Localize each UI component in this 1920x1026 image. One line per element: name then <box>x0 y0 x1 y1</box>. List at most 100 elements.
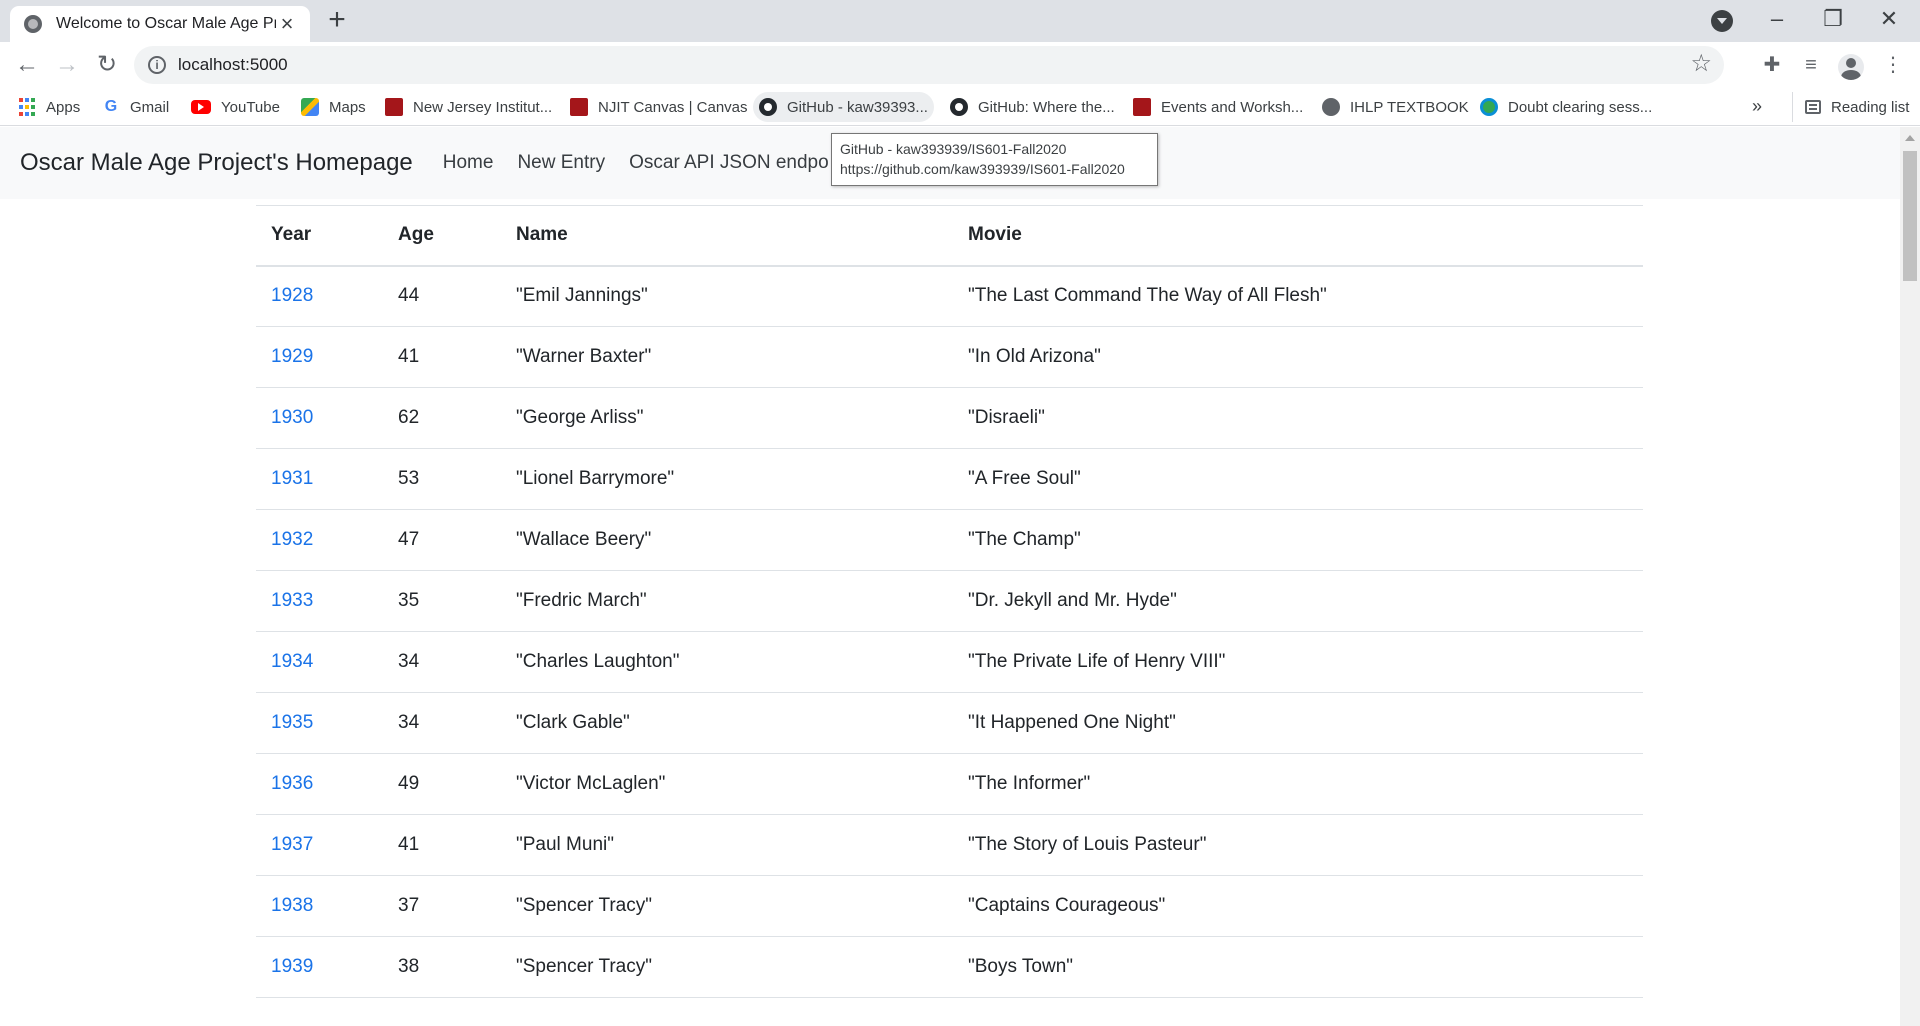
cell-name: "Lionel Barrymore" <box>501 448 953 510</box>
scroll-up-arrow-icon[interactable] <box>1905 135 1915 141</box>
table-row: 1930 62 "George Arliss" "Disraeli" <box>256 387 1643 449</box>
header-age: Age <box>383 205 501 267</box>
cell-name: "Clark Gable" <box>501 692 953 754</box>
cell-year: 1930 <box>256 387 383 449</box>
minimize-icon[interactable]: – <box>1750 4 1804 36</box>
cell-age: 53 <box>383 448 501 510</box>
header-movie: Movie <box>953 205 1643 267</box>
table-row: 1933 35 "Fredric March" "Dr. Jekyll and Mr.… <box>256 570 1643 632</box>
browser-tab[interactable]: Welcome to Oscar Male Age Proj × <box>10 6 310 42</box>
header-name: Name <box>501 205 953 267</box>
back-arrow-icon[interactable]: ← <box>11 50 43 82</box>
cell-movie: "The Story of Louis Pasteur" <box>953 814 1643 876</box>
github-icon <box>759 98 777 116</box>
table-row: 1936 49 "Victor McLaglen" "The Informer" <box>256 753 1643 815</box>
cell-name: "Wallace Beery" <box>501 509 953 571</box>
reading-list-button[interactable]: Reading list <box>1792 92 1909 122</box>
year-link[interactable]: 1930 <box>271 407 313 428</box>
youtube-icon <box>191 100 211 114</box>
close-icon[interactable]: × <box>276 13 298 35</box>
cell-movie: "A Free Soul" <box>953 448 1643 510</box>
bookmark-ihlp[interactable]: IHLP TEXTBOOK <box>1316 92 1475 122</box>
bookmark-gmail[interactable]: G Gmail <box>96 92 175 122</box>
year-link[interactable]: 1933 <box>271 590 313 611</box>
profile-icon[interactable] <box>1838 54 1864 80</box>
year-link[interactable]: 1929 <box>271 346 313 367</box>
nav-new-entry-link[interactable]: New Entry <box>517 152 605 174</box>
bookmark-maps[interactable]: Maps <box>295 92 372 122</box>
page-scrollbar[interactable] <box>1900 127 1920 1026</box>
globe-icon <box>1322 98 1340 116</box>
njit-icon <box>1133 98 1151 116</box>
cell-age: 62 <box>383 387 501 449</box>
nav-home-link[interactable]: Home <box>443 152 494 174</box>
url-text[interactable]: localhost:5000 <box>178 46 288 84</box>
bookmark-github[interactable]: GitHub: Where the... <box>944 92 1121 122</box>
apps-icon <box>18 98 36 116</box>
window-close-icon[interactable]: ✕ <box>1862 4 1916 36</box>
year-link[interactable]: 1932 <box>271 529 313 550</box>
bookmark-label: Doubt clearing sess... <box>1508 98 1653 116</box>
nav-api-link[interactable]: Oscar API JSON endpo <box>629 152 829 174</box>
bookmark-youtube[interactable]: YouTube <box>185 92 286 122</box>
tab-search-icon[interactable] <box>1711 10 1733 32</box>
year-link[interactable]: 1939 <box>271 956 313 977</box>
more-menu-icon[interactable]: ⋮ <box>1877 50 1909 82</box>
reload-icon[interactable]: ↻ <box>91 50 123 82</box>
site-brand[interactable]: Oscar Male Age Project's Homepage <box>20 149 413 177</box>
tooltip-url: https://github.com/kaw393939/IS601-Fall2… <box>840 161 1125 177</box>
info-icon[interactable]: i <box>148 56 166 74</box>
year-link[interactable]: 1936 <box>271 773 313 794</box>
cell-movie: "In Old Arizona" <box>953 326 1643 388</box>
cell-name: "George Arliss" <box>501 387 953 449</box>
extensions-icon[interactable]: ✚ <box>1756 50 1788 82</box>
cell-year: 1935 <box>256 692 383 754</box>
cell-name: "Warner Baxter" <box>501 326 953 388</box>
media-controls-icon[interactable]: ≡ <box>1795 50 1827 82</box>
cell-year: 1939 <box>256 936 383 998</box>
cell-name: "Victor McLaglen" <box>501 753 953 815</box>
bookmark-events[interactable]: Events and Worksh... <box>1127 92 1309 122</box>
cell-age: 41 <box>383 326 501 388</box>
restore-icon[interactable]: ❐ <box>1806 4 1860 36</box>
year-link[interactable]: 1934 <box>271 651 313 672</box>
year-link[interactable]: 1931 <box>271 468 313 489</box>
scrollbar-thumb[interactable] <box>1903 151 1917 281</box>
cell-age: 34 <box>383 631 501 693</box>
browser-toolbar: ← → ↻ i localhost:5000 ☆ ✚ ≡ ⋮ <box>0 42 1920 88</box>
bookmark-label: YouTube <box>221 98 280 116</box>
bookmark-njit[interactable]: New Jersey Institut... <box>379 92 558 122</box>
table-header-row: Year Age Name Movie <box>256 205 1643 267</box>
cell-age: 38 <box>383 936 501 998</box>
address-bar[interactable]: i localhost:5000 ☆ <box>134 46 1724 84</box>
bookmark-njit-canvas[interactable]: NJIT Canvas | Canvas <box>564 92 754 122</box>
maps-icon <box>301 98 319 116</box>
oscar-table: Year Age Name Movie 1928 44 "Emil Jannings… <box>256 205 1643 998</box>
bookmark-doubt[interactable]: Doubt clearing sess... <box>1474 92 1658 122</box>
year-link[interactable]: 1935 <box>271 712 313 733</box>
year-link[interactable]: 1937 <box>271 834 313 855</box>
njit-icon <box>570 98 588 116</box>
cell-movie: "The Champ" <box>953 509 1643 571</box>
year-link[interactable]: 1938 <box>271 895 313 916</box>
cell-age: 44 <box>383 265 501 327</box>
cell-age: 49 <box>383 753 501 815</box>
star-icon[interactable]: ☆ <box>1690 49 1712 78</box>
cell-age: 37 <box>383 875 501 937</box>
cell-age: 47 <box>383 509 501 571</box>
reading-list-icon <box>1805 100 1821 114</box>
bookmark-label: NJIT Canvas | Canvas <box>598 98 748 116</box>
more-bookmarks-button[interactable]: » <box>1752 92 1762 122</box>
year-link[interactable]: 1928 <box>271 285 313 306</box>
cell-name: "Paul Muni" <box>501 814 953 876</box>
cell-movie: "The Informer" <box>953 753 1643 815</box>
forward-arrow-icon[interactable]: → <box>51 50 83 82</box>
bookmark-apps[interactable]: Apps <box>12 92 86 122</box>
bookmark-github-repo[interactable]: GitHub - kaw39393... <box>753 92 934 122</box>
cell-movie: "Captains Courageous" <box>953 875 1643 937</box>
new-tab-button[interactable]: + <box>322 5 352 36</box>
cell-movie: "Dr. Jekyll and Mr. Hyde" <box>953 570 1643 632</box>
tab-title: Welcome to Oscar Male Age Proj <box>56 15 276 32</box>
table-row: 1932 47 "Wallace Beery" "The Champ" <box>256 509 1643 571</box>
cell-age: 35 <box>383 570 501 632</box>
